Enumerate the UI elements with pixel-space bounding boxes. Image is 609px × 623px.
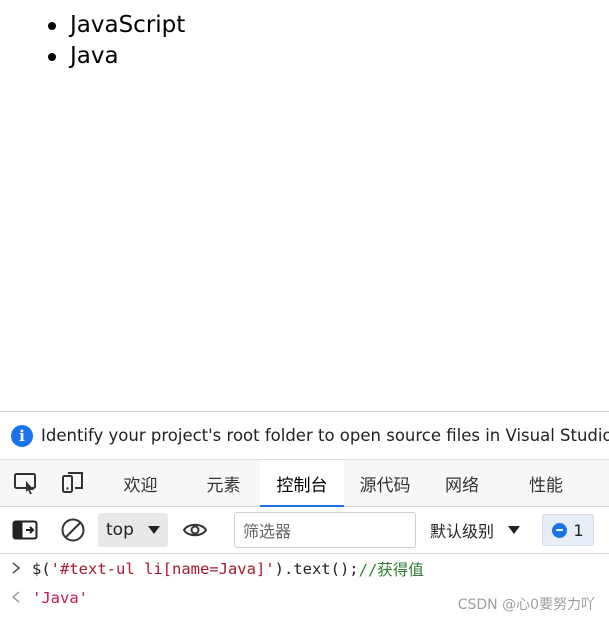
inspect-icon[interactable]	[0, 460, 52, 506]
console-result-value: 'Java'	[32, 588, 88, 607]
tab-elements[interactable]: 元素	[187, 460, 260, 506]
tab-welcome[interactable]: 欢迎	[94, 460, 187, 506]
console-input-comment: //获得值	[358, 560, 424, 579]
info-icon: i	[11, 424, 33, 447]
console-toolbar: top 筛选器 默认级别 1	[0, 507, 609, 554]
devtools-tab-bar: 欢迎 元素 控制台 源代码 网络 性能	[0, 460, 609, 507]
caret-down-icon	[148, 526, 160, 534]
issue-message-icon	[552, 522, 568, 538]
rendered-page: JavaScript Java	[0, 0, 609, 411]
live-expression-icon[interactable]	[168, 521, 222, 539]
chevron-left-icon	[0, 589, 32, 607]
log-levels-label: 默认级别	[430, 522, 495, 541]
tab-console[interactable]: 控制台	[260, 460, 344, 507]
text-ul: JavaScript Java	[48, 10, 185, 72]
console-input-code: $(	[32, 559, 51, 578]
console-input-string: '#text-ul li[name=Java]'	[50, 559, 275, 578]
console-input-tail: ).text();	[274, 559, 359, 578]
log-levels-dropdown[interactable]: 默认级别	[430, 518, 521, 542]
info-bar: i Identify your project's root folder to…	[0, 412, 609, 460]
console-input-line: $('#text-ul li[name=Java]').text();//获得值	[0, 554, 609, 583]
info-bar-text: Identify your project's root folder to o…	[41, 426, 609, 445]
tab-sources[interactable]: 源代码	[344, 460, 426, 506]
chevron-right-icon	[0, 560, 32, 578]
tab-performance[interactable]: 性能	[498, 460, 594, 506]
issues-button[interactable]: 1	[542, 514, 595, 546]
tab-network[interactable]: 网络	[426, 460, 498, 506]
list-item-java: Java	[48, 41, 185, 72]
context-selector[interactable]: top	[98, 513, 168, 547]
list-item-javascript: JavaScript	[48, 10, 185, 41]
device-toolbar-icon[interactable]	[52, 460, 94, 506]
watermark: CSDN @心0要努力吖	[457, 597, 595, 613]
filter-placeholder: 筛选器	[243, 522, 292, 541]
clear-console-icon[interactable]	[50, 517, 96, 543]
caret-down-icon	[508, 526, 521, 534]
console-output[interactable]: $('#text-ul li[name=Java]').text();//获得值…	[0, 554, 609, 613]
context-selector-value: top	[106, 520, 134, 540]
devtools-panel: i Identify your project's root folder to…	[0, 411, 609, 623]
filter-input[interactable]: 筛选器	[234, 512, 416, 548]
sidebar-toggle-icon[interactable]	[0, 520, 50, 540]
issues-count: 1	[573, 520, 584, 540]
